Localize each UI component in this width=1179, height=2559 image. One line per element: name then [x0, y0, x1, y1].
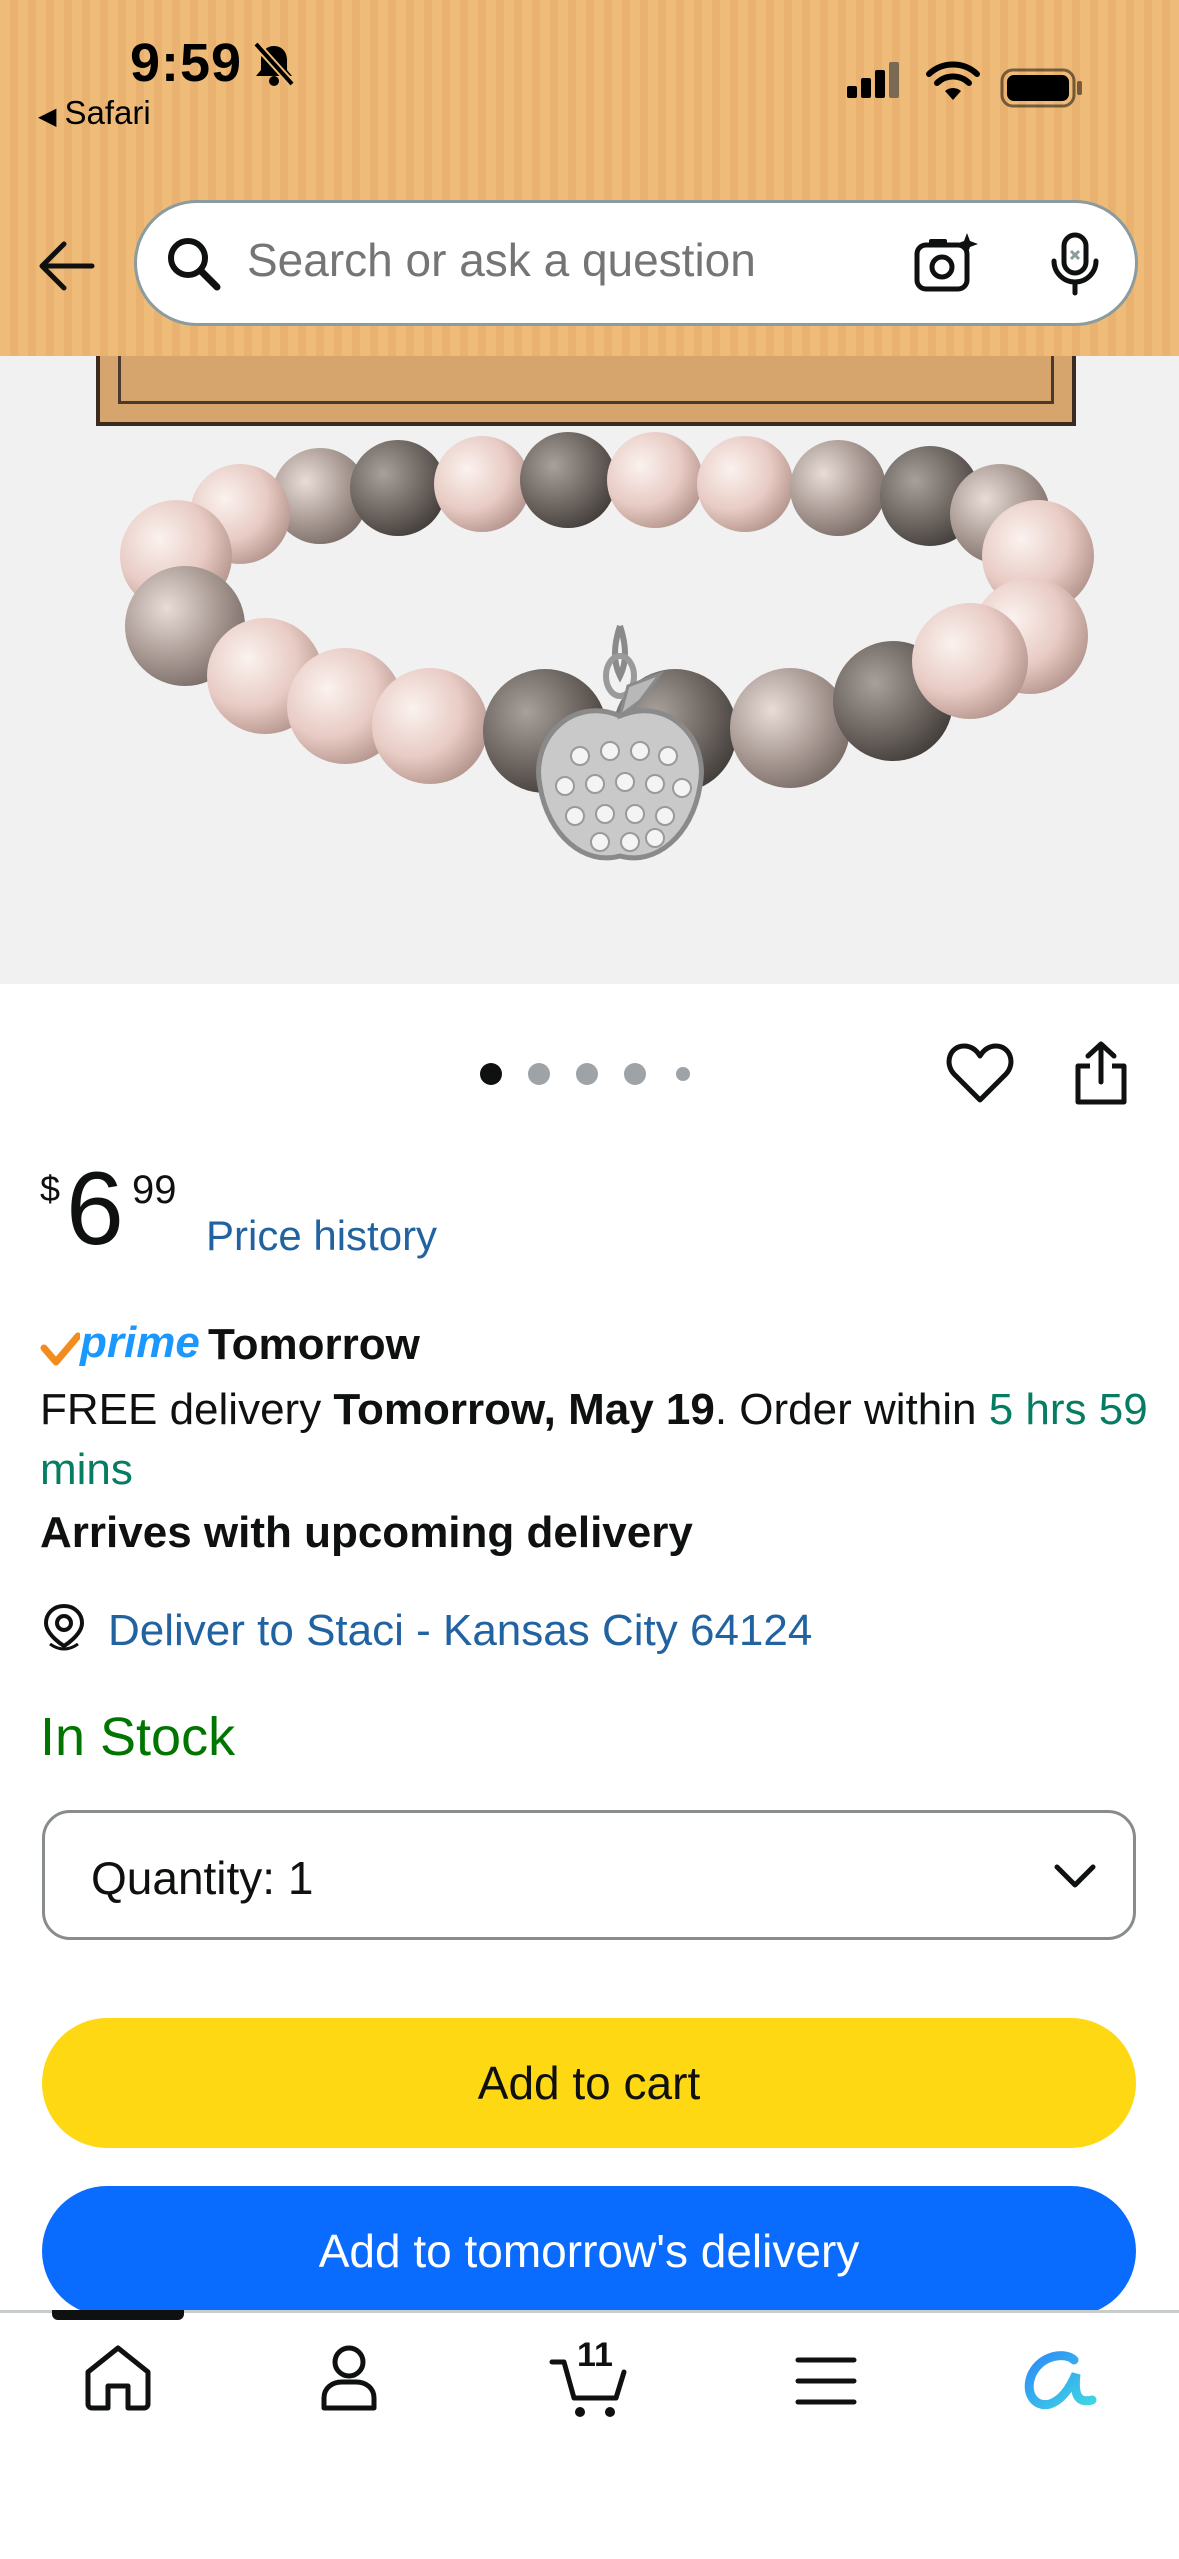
search-bar[interactable]: [134, 200, 1138, 326]
back-app-label: Safari: [64, 94, 151, 131]
order-within-text: . Order within: [714, 1385, 989, 1434]
price-fraction: 99: [132, 1168, 177, 1212]
wifi-icon: [926, 61, 980, 100]
price-currency: $: [40, 1168, 61, 1209]
back-to-safari[interactable]: ◀ Safari: [38, 94, 151, 132]
price-whole: 6: [66, 1151, 124, 1267]
deliver-to-link[interactable]: Deliver to Staci - Kansas City 64124: [108, 1606, 812, 1656]
header: 9:59 ◀ Safari: [0, 0, 1179, 356]
rufus-icon[interactable]: [1022, 2348, 1098, 2414]
cellular-signal-icon: [847, 62, 899, 98]
prime-speed: Tomorrow: [208, 1320, 420, 1369]
share-icon[interactable]: [1072, 1040, 1130, 1106]
search-icon: [168, 238, 221, 291]
bell-muted-icon: [253, 41, 295, 87]
home-icon[interactable]: [82, 2342, 154, 2412]
quantity-value: 1: [287, 1852, 314, 1904]
quantity-selector[interactable]: Quantity: 1: [42, 1810, 1136, 1940]
carousel-dot-3[interactable]: [576, 1063, 598, 1085]
prime-logo-text: prime: [80, 1318, 200, 1367]
free-delivery-text: FREE delivery: [40, 1385, 334, 1434]
carousel-dot-4[interactable]: [624, 1063, 646, 1085]
arrow-left-icon[interactable]: [36, 238, 96, 294]
delivery-message: FREE delivery Tomorrow, May 19. Order wi…: [40, 1380, 1150, 1500]
cart-icon[interactable]: [548, 2354, 630, 2420]
camera-sparkle-icon[interactable]: [913, 231, 979, 297]
chevron-down-icon: [1054, 1864, 1096, 1888]
back-triangle-icon: ◀: [38, 103, 57, 130]
price-history-link[interactable]: Price history: [206, 1212, 437, 1260]
carousel-dot-5[interactable]: [676, 1067, 690, 1081]
prime-check-icon: [40, 1332, 80, 1366]
person-icon[interactable]: [318, 2342, 380, 2412]
active-tab-indicator: [52, 2310, 184, 2320]
add-to-cart-button[interactable]: Add to cart: [42, 2018, 1136, 2148]
microphone-icon[interactable]: [1049, 231, 1101, 297]
quantity-label: Quantity: 1: [91, 1852, 314, 1904]
carousel-dot-1[interactable]: [480, 1063, 502, 1085]
carousel-dot-2[interactable]: [528, 1063, 550, 1085]
product-image[interactable]: [0, 356, 1179, 984]
search-input[interactable]: [247, 233, 847, 287]
location-pin-icon: [43, 1603, 85, 1651]
battery-icon: [1000, 68, 1082, 108]
status-time: 9:59: [130, 33, 243, 93]
delivery-date: Tomorrow, May 19: [333, 1385, 715, 1434]
menu-icon[interactable]: [794, 2354, 858, 2408]
arrives-note: Arrives with upcoming delivery: [40, 1508, 693, 1557]
add-to-tomorrow-delivery-button[interactable]: Add to tomorrow's delivery: [42, 2186, 1136, 2316]
bracelet-image: [120, 432, 1094, 861]
heart-icon[interactable]: [946, 1040, 1014, 1106]
stock-status: In Stock: [40, 1707, 236, 1767]
